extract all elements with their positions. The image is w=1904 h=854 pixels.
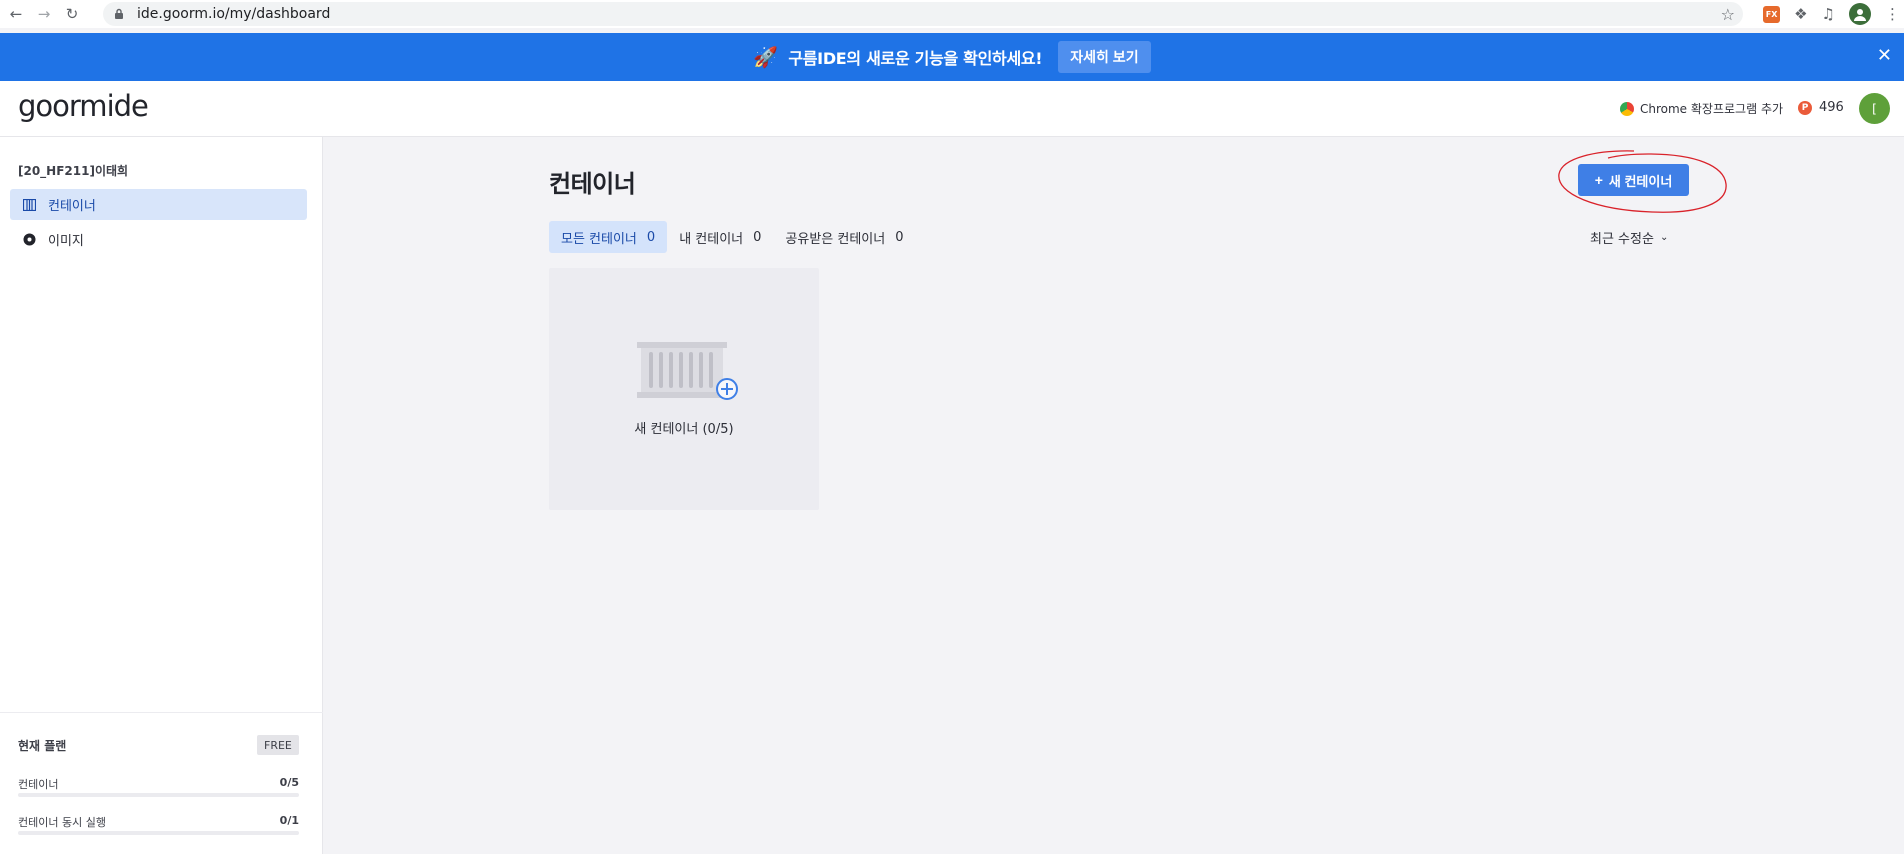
sort-label: 최근 수정순	[1590, 232, 1654, 247]
new-container-card[interactable]: 새 컨테이너 (0/5)	[549, 268, 819, 510]
sort-dropdown[interactable]: 최근 수정순 ⌄	[1590, 228, 1668, 247]
plan-row-value: 0/1	[279, 814, 299, 827]
url-text: ide.goorm.io/my/dashboard	[137, 6, 331, 22]
tab-shared-containers[interactable]: 공유받은 컨테이너 0	[773, 221, 915, 253]
extensions-puzzle-icon[interactable]: ❖	[1794, 5, 1807, 23]
fx-extension-icon[interactable]: FX	[1763, 5, 1781, 23]
plan-row-container: 컨테이너 0/5	[18, 776, 299, 797]
tab-label: 모든 컨테이너	[561, 231, 637, 247]
image-disc-icon	[22, 233, 36, 247]
media-control-icon[interactable]: ♫	[1822, 5, 1835, 23]
organization-name: [20_HF211]이태희	[18, 164, 129, 178]
plus-icon: +	[1594, 172, 1603, 188]
back-arrow-icon[interactable]: ←	[4, 2, 28, 26]
forward-arrow-icon[interactable]: →	[32, 2, 56, 26]
logo-ide: ide	[106, 89, 149, 123]
announcement-banner: 🚀 구름IDE의 새로운 기능을 확인하세요! 자세히 보기 ✕	[0, 33, 1904, 81]
tab-count: 0	[895, 229, 904, 245]
announcement-message: 구름IDE의 새로운 기능을 확인하세요!	[788, 49, 1043, 68]
tab-all-containers[interactable]: 모든 컨테이너 0	[549, 221, 668, 253]
plan-row-label: 컨테이너	[18, 778, 59, 791]
plan-usage-bar	[18, 831, 299, 835]
chrome-extension-label: Chrome 확장프로그램 추가	[1640, 102, 1784, 116]
view-details-button[interactable]: 자세히 보기	[1058, 41, 1151, 73]
container-filter-tabs: 모든 컨테이너 0 내 컨테이너 0 공유받은 컨테이너 0	[549, 221, 916, 253]
browser-toolbar: ← → ↻ ide.goorm.io/my/dashboard ☆ FX ❖ ♫…	[0, 0, 1904, 28]
chevron-down-icon: ⌄	[1659, 232, 1669, 243]
tab-count: 0	[753, 229, 762, 245]
close-icon[interactable]: ✕	[1877, 45, 1892, 66]
tab-count: 0	[646, 229, 656, 245]
app-header: goormide Chrome 확장프로그램 추가 P 496 [	[0, 81, 1904, 137]
container-illustration-icon	[637, 342, 738, 400]
plan-usage-bar	[18, 793, 299, 797]
new-container-button-label: 새 컨테이너	[1608, 173, 1673, 189]
browser-profile-icon[interactable]	[1849, 3, 1871, 25]
chrome-extension-link[interactable]: Chrome 확장프로그램 추가	[1620, 100, 1783, 117]
sidebar-item-label: 이미지	[48, 234, 84, 249]
user-avatar[interactable]: [	[1859, 93, 1890, 124]
bookmark-star-icon[interactable]: ☆	[1721, 5, 1735, 24]
plan-row-concurrent: 컨테이너 동시 실행 0/1	[18, 814, 299, 835]
points-value: 496	[1819, 100, 1844, 115]
plan-row-label: 컨테이너 동시 실행	[18, 816, 106, 829]
rocket-icon: 🚀	[753, 45, 779, 69]
new-container-card-label: 새 컨테이너 (0/5)	[634, 422, 734, 437]
sidebar: [20_HF211]이태희 컨테이너 이미지 현재 플랜 FREE 컨테이너 0…	[0, 137, 323, 854]
point-coin-icon: P	[1798, 100, 1812, 115]
new-container-button[interactable]: + 새 컨테이너	[1578, 164, 1689, 196]
rainbow-icon	[1620, 101, 1634, 116]
sidebar-item-image[interactable]: 이미지	[10, 224, 307, 255]
tab-my-containers[interactable]: 내 컨테이너 0	[667, 221, 773, 253]
plan-title: 현재 플랜	[18, 739, 67, 753]
container-icon	[22, 198, 36, 212]
lock-icon	[115, 8, 123, 19]
extension-icons: FX ❖ ♫ ⋮	[1763, 0, 1904, 28]
sidebar-item-container[interactable]: 컨테이너	[10, 189, 307, 220]
tab-label: 공유받은 컨테이너	[785, 231, 886, 247]
plan-badge: FREE	[257, 735, 299, 755]
current-plan-panel: 현재 플랜 FREE 컨테이너 0/5 컨테이너 동시 실행 0/1	[0, 712, 323, 835]
plan-row-value: 0/5	[279, 776, 299, 789]
sidebar-item-label: 컨테이너	[48, 199, 96, 214]
more-vert-icon[interactable]: ⋮	[1885, 5, 1900, 23]
address-bar[interactable]: ide.goorm.io/my/dashboard ☆	[103, 2, 1743, 26]
reload-icon[interactable]: ↻	[60, 2, 84, 26]
page-title: 컨테이너	[549, 170, 636, 198]
goormide-logo[interactable]: goormide	[18, 89, 149, 123]
points-display[interactable]: P 496	[1798, 100, 1844, 115]
tab-label: 내 컨테이너	[679, 231, 744, 247]
logo-goorm: goorm	[18, 89, 108, 123]
